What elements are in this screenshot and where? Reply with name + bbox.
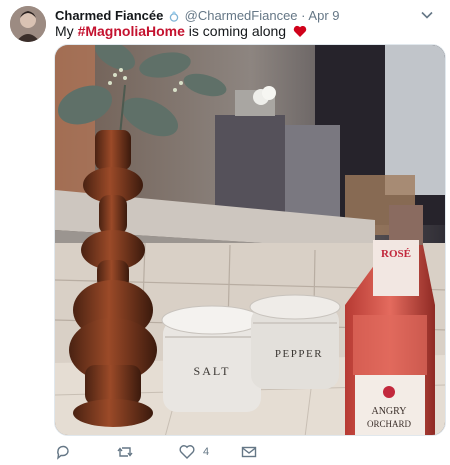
avatar[interactable] bbox=[10, 6, 46, 42]
bottle-label-rose: ROSÉ bbox=[381, 248, 411, 260]
tweet-text-suffix: is coming along bbox=[184, 23, 287, 39]
share-button[interactable] bbox=[241, 443, 257, 461]
avatar-image bbox=[10, 6, 46, 42]
salt-jar-label: SALT bbox=[194, 364, 231, 378]
timestamp[interactable]: Apr 9 bbox=[308, 8, 339, 23]
bottle-label-orchard: ORCHARD bbox=[367, 419, 412, 429]
separator: · bbox=[301, 8, 306, 23]
retweet-icon bbox=[117, 447, 133, 457]
like-count: 4 bbox=[203, 446, 210, 458]
pepper-jar-label: PEPPER bbox=[275, 348, 323, 360]
tweet-actions: 4 bbox=[55, 443, 435, 461]
reply-icon bbox=[57, 445, 69, 460]
mail-icon bbox=[241, 446, 257, 458]
hashtag-link[interactable]: #MagnoliaHome bbox=[78, 23, 185, 39]
tweet-text-prefix: My bbox=[55, 23, 78, 39]
retweet-button[interactable] bbox=[117, 443, 133, 461]
reply-button[interactable] bbox=[55, 443, 71, 461]
heart-emoji-icon bbox=[293, 25, 307, 41]
bottle-label-angry: ANGRY bbox=[371, 406, 406, 417]
heart-icon bbox=[179, 445, 195, 459]
tweet-photo[interactable]: SALT PEPPER ROSÉ ANGRY ORCHARD bbox=[54, 44, 446, 436]
chevron-down-icon[interactable] bbox=[420, 8, 434, 22]
photo-scene: SALT PEPPER ROSÉ ANGRY ORCHARD bbox=[55, 45, 445, 435]
tweet-text: My #MagnoliaHome is coming along bbox=[55, 23, 307, 41]
author-name[interactable]: Charmed Fiancée bbox=[55, 8, 163, 23]
author-handle[interactable]: @CharmedFiancee bbox=[185, 8, 298, 23]
like-button[interactable]: 4 bbox=[179, 443, 209, 461]
